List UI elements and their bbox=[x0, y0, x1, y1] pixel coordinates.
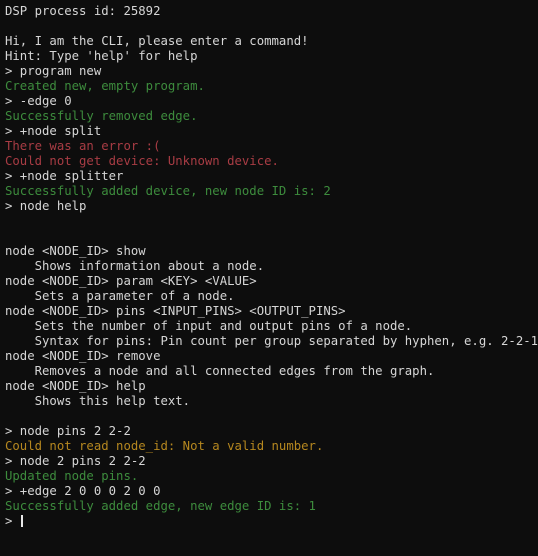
terminal-line: Sets the number of input and output pins… bbox=[5, 319, 413, 333]
terminal-line: > +node split bbox=[5, 124, 102, 138]
terminal-line: Successfully removed edge. bbox=[5, 109, 198, 123]
terminal-line: node <NODE_ID> help bbox=[5, 379, 146, 393]
terminal-line: > +edge 2 0 0 0 2 0 0 bbox=[5, 484, 161, 498]
terminal-line: Shows information about a node. bbox=[5, 259, 265, 273]
terminal-line: Successfully added device, new node ID i… bbox=[5, 184, 331, 198]
terminal-line: node <NODE_ID> pins <INPUT_PINS> <OUTPUT… bbox=[5, 304, 346, 318]
terminal-line: DSP process id: 25892 bbox=[5, 4, 161, 18]
terminal-line: Syntax for pins: Pin count per group sep… bbox=[5, 334, 538, 348]
terminal-line: > node help bbox=[5, 199, 87, 213]
terminal-line: Created new, empty program. bbox=[5, 79, 205, 93]
terminal-line: > node pins 2 2-2 bbox=[5, 424, 131, 438]
terminal-line: > bbox=[5, 514, 538, 529]
terminal-line: node <NODE_ID> param <KEY> <VALUE> bbox=[5, 274, 257, 288]
terminal-line: Shows this help text. bbox=[5, 394, 191, 408]
terminal-line: > +node splitter bbox=[5, 169, 124, 183]
terminal-line: > node 2 pins 2 2-2 bbox=[5, 454, 146, 468]
text-cursor bbox=[20, 515, 23, 527]
terminal-line: Updated node pins. bbox=[5, 469, 139, 483]
terminal-line: Successfully added edge, new edge ID is:… bbox=[5, 499, 316, 513]
terminal-line: > program new bbox=[5, 64, 102, 78]
terminal-output[interactable]: DSP process id: 25892 Hi, I am the CLI, p… bbox=[0, 0, 538, 556]
terminal-line: Could not get device: Unknown device. bbox=[5, 154, 279, 168]
terminal-line: Hi, I am the CLI, please enter a command… bbox=[5, 34, 309, 48]
terminal-line: > -edge 0 bbox=[5, 94, 72, 108]
terminal-line: Removes a node and all connected edges f… bbox=[5, 364, 435, 378]
terminal-line: node <NODE_ID> remove bbox=[5, 349, 161, 363]
terminal-line: Could not read node_id: Not a valid numb… bbox=[5, 439, 324, 453]
terminal-line: Sets a parameter of a node. bbox=[5, 289, 235, 303]
terminal-line: node <NODE_ID> show bbox=[5, 244, 146, 258]
terminal-line: There was an error :( bbox=[5, 139, 161, 153]
terminal-line: Hint: Type 'help' for help bbox=[5, 49, 198, 63]
